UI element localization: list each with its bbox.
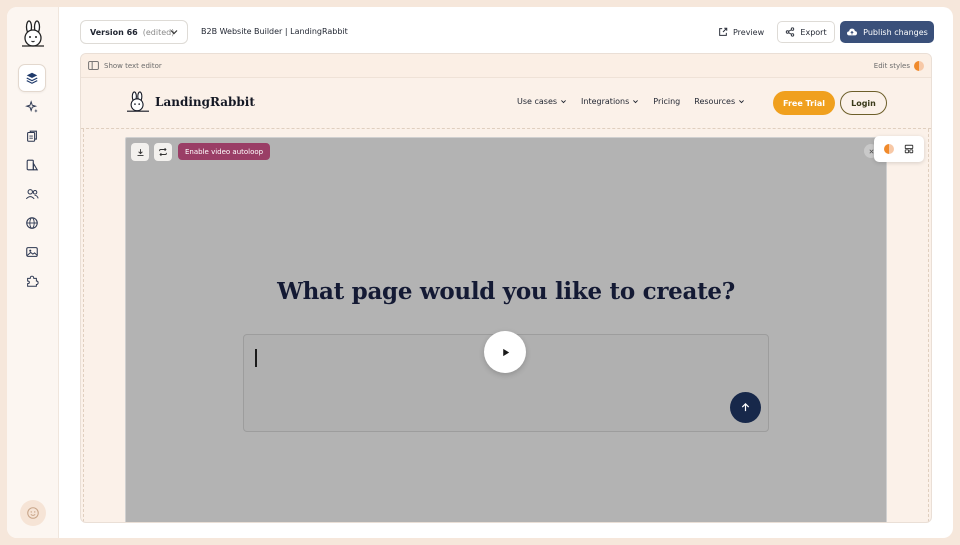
sidebar-item-integrations[interactable] <box>18 267 46 295</box>
left-sidebar <box>7 7 59 538</box>
sidebar-panel-icon <box>88 61 99 70</box>
chevron-down-icon <box>170 30 178 35</box>
hero-title: What page would you like to create? <box>277 278 735 305</box>
publish-button[interactable]: Publish changes <box>840 21 934 43</box>
sidebar-item-layers[interactable] <box>18 64 46 92</box>
user-avatar[interactable] <box>20 500 46 526</box>
section-guide-left <box>83 129 84 522</box>
chevron-down-icon <box>561 100 566 104</box>
download-icon <box>137 148 143 156</box>
users-icon <box>25 189 39 200</box>
external-edit-icon <box>719 27 728 36</box>
nav-integrations[interactable]: Integrations <box>581 97 639 106</box>
section-area: Enable video autoloop What page would yo… <box>81 128 931 522</box>
text-cursor <box>255 349 257 367</box>
chevron-down-icon <box>633 100 639 104</box>
chevron-down-icon <box>739 100 745 104</box>
site-brand[interactable]: LandingRabbit <box>125 91 255 113</box>
rabbit-logo-icon[interactable] <box>18 19 48 49</box>
sidebar-item-users[interactable] <box>18 180 46 208</box>
sidebar-item-pages[interactable] <box>18 122 46 150</box>
edit-styles-button[interactable]: Edit styles <box>874 61 924 71</box>
repeat-icon <box>159 147 167 157</box>
editor-canvas: Show text editor Edit styles LandingRabb… <box>80 53 932 523</box>
sidebar-item-media[interactable] <box>18 238 46 266</box>
export-button[interactable]: Export <box>777 21 835 43</box>
sidebar-item-domains[interactable] <box>18 209 46 237</box>
top-bar: Version 66 (edited) B2B Website Builder … <box>59 7 953 53</box>
edit-styles-label: Edit styles <box>873 62 910 70</box>
nav-resources[interactable]: Resources <box>694 97 745 106</box>
site-title: B2B Website Builder | LandingRabbit <box>201 27 348 36</box>
sidebar-item-ai[interactable] <box>18 93 46 121</box>
hero-video-section[interactable]: Enable video autoloop What page would yo… <box>125 137 887 522</box>
export-label: Export <box>800 27 827 37</box>
layers-icon <box>26 72 38 84</box>
section-color-icon[interactable] <box>884 144 894 154</box>
color-swatch-icon <box>914 61 924 71</box>
login-button[interactable]: Login <box>840 91 887 115</box>
share-icon <box>786 27 795 37</box>
show-text-editor-toggle[interactable]: Show text editor <box>88 61 162 70</box>
preview-button[interactable]: Preview <box>718 22 764 42</box>
nav-pricing[interactable]: Pricing <box>653 97 680 106</box>
nav-label: Integrations <box>581 97 630 106</box>
enable-autoloop-button[interactable]: Enable video autoloop <box>178 143 271 160</box>
preview-label: Preview <box>733 27 765 37</box>
arrow-up-icon <box>741 402 750 412</box>
image-icon <box>26 247 38 257</box>
cloud-upload-icon <box>847 28 858 36</box>
rabbit-logo-icon <box>127 91 149 112</box>
shapes-icon <box>26 159 39 171</box>
play-icon <box>502 348 509 356</box>
show-text-editor-label: Show text editor <box>104 61 162 70</box>
globe-icon <box>26 217 38 229</box>
version-label: Version 66 <box>90 27 138 37</box>
loop-toggle-button[interactable] <box>154 143 172 161</box>
nav-label: Pricing <box>653 97 681 106</box>
play-video-button[interactable] <box>484 331 526 373</box>
nav-label: Resources <box>694 97 736 106</box>
app-window: Version 66 (edited) B2B Website Builder … <box>7 7 953 538</box>
section-guide-right <box>928 129 929 522</box>
sparkles-icon <box>25 100 38 113</box>
sidebar-item-components[interactable] <box>18 151 46 179</box>
site-nav-links: Use cases Integrations Pricing Resources <box>517 97 745 106</box>
download-button[interactable] <box>131 143 149 161</box>
brand-name: LandingRabbit <box>155 95 255 109</box>
site-navbar: LandingRabbit Use cases Integrations Pri… <box>81 78 931 128</box>
free-trial-button[interactable]: Free Trial <box>773 91 835 115</box>
layout-icon[interactable] <box>904 144 914 154</box>
publish-label: Publish changes <box>863 27 928 37</box>
send-button[interactable] <box>730 392 761 423</box>
puzzle-icon <box>27 275 39 287</box>
nav-label: Use cases <box>517 97 558 106</box>
pages-icon <box>27 130 37 142</box>
smile-icon <box>27 507 39 519</box>
nav-use-cases[interactable]: Use cases <box>517 97 567 106</box>
version-dropdown[interactable]: Version 66 (edited) <box>80 20 188 44</box>
editor-toolbar: Show text editor Edit styles <box>81 54 931 78</box>
section-floating-toolbar <box>874 136 924 162</box>
